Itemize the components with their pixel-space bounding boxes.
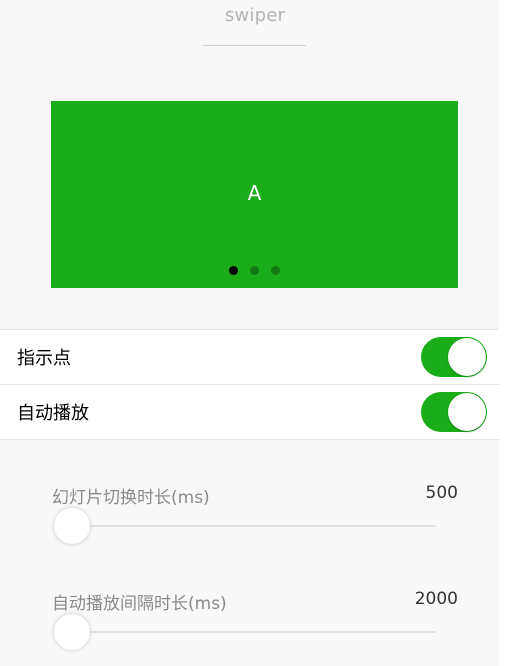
slider-value: 2000: [414, 589, 458, 609]
slider-track[interactable]: [70, 631, 436, 633]
slider-thumb[interactable]: [54, 614, 90, 650]
slider-thumb[interactable]: [54, 508, 90, 544]
swiper-carousel[interactable]: A: [51, 101, 458, 288]
autoplay-toggle[interactable]: [421, 392, 487, 432]
slider-track[interactable]: [70, 525, 436, 527]
indicator-dot[interactable]: [250, 266, 259, 275]
slider-label: 自动播放间隔时长(ms): [52, 594, 227, 614]
slide-label: A: [247, 181, 262, 205]
slider-interval: 自动播放间隔时长(ms) 2000: [52, 589, 458, 659]
switch-list: 指示点 自动播放: [0, 329, 499, 440]
switch-label: 自动播放: [17, 403, 89, 424]
indicator-dot[interactable]: [271, 266, 280, 275]
slider-duration: 幻灯片切换时长(ms) 500: [52, 483, 458, 553]
slider-value: 500: [425, 483, 458, 503]
right-edge-strip: [499, 0, 513, 666]
indicator-dots-toggle[interactable]: [421, 337, 487, 377]
toggle-knob: [448, 338, 486, 376]
toggle-knob: [448, 393, 486, 431]
indicator-dots: [51, 266, 458, 275]
switch-row-indicator-dots: 指示点: [0, 330, 499, 384]
slider-label: 幻灯片切换时长(ms): [52, 488, 210, 508]
page: swiper A 指示点 自动播放 幻灯片切换时长(ms) 500 自动播放间隔…: [0, 0, 499, 666]
title-divider: [203, 45, 306, 46]
switch-label: 指示点: [17, 348, 71, 369]
switch-row-autoplay: 自动播放: [0, 384, 499, 439]
page-title: swiper: [224, 5, 286, 26]
indicator-dot-active[interactable]: [229, 266, 238, 275]
